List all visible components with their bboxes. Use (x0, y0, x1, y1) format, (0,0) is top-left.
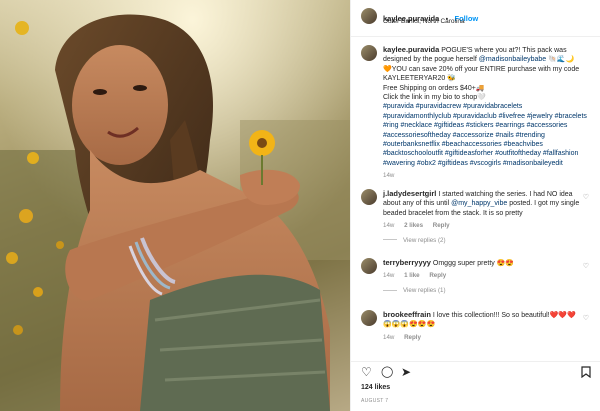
caption-text-4: Click the link in my bio to shop🤍 (383, 94, 486, 102)
author-avatar[interactable] (361, 8, 377, 24)
reply-button[interactable]: Reply (433, 222, 450, 229)
comment-text-2: 😱😱😱😍😍😍 (383, 321, 436, 329)
view-replies-button[interactable]: View replies (1) (383, 286, 591, 295)
caption-meta: 14w (383, 171, 591, 180)
heart-icon[interactable]: ♡ (361, 366, 372, 378)
comment-meta: 14w Reply (383, 333, 591, 342)
bookmark-icon[interactable] (581, 366, 591, 380)
comment-likes[interactable]: 2 likes (404, 222, 423, 229)
comment-icon[interactable]: ◯ (381, 366, 393, 378)
post-date: AUGUST 7 (361, 398, 389, 404)
comment-body: j.ladydesertgirl I started watching the … (383, 189, 591, 245)
comment-avatar[interactable] (361, 310, 377, 326)
caption-emoji-1: 🐚🌊🌙 (548, 56, 575, 64)
comment-time[interactable]: 14w (383, 272, 394, 279)
reply-button[interactable]: Reply (404, 334, 421, 341)
comment-username[interactable]: terryberryyyy (383, 258, 431, 267)
likes-count[interactable]: 124 likes (361, 384, 390, 391)
comment-text: Omggg super pretty 😍😍 (432, 260, 515, 267)
comment-time[interactable]: 14w (383, 334, 394, 341)
comment-meta: 14w 2 likes Reply (383, 221, 591, 230)
post-side-panel: kaylee.puravida • Follow Outer Banks, No… (350, 0, 600, 411)
caption-hashtags[interactable]: #puravida #puravidacrew #puravidabracele… (383, 103, 587, 166)
comments-scroll-area[interactable]: kaylee.puravida POGUE'S where you at?! T… (351, 38, 600, 358)
comment-body: brookeeffrain I love this collection!!! … (383, 310, 591, 342)
comment-avatar[interactable] (361, 189, 377, 205)
view-replies-button[interactable]: View replies (2) (383, 236, 591, 245)
comment-username[interactable]: j.ladydesertgirl (383, 189, 436, 198)
caption-body: kaylee.puravida POGUE'S where you at?! T… (383, 45, 591, 181)
comment-body: terryberryyyy Omggg super pretty 😍😍 14w … (383, 258, 591, 295)
comment-meta: 14w 1 like Reply (383, 271, 591, 280)
caption-text-2: 🧡YOU can save 20% off your ENTIRE purcha… (383, 65, 580, 83)
comment-avatar[interactable] (361, 258, 377, 274)
comment-like-heart-icon[interactable]: ♡ (583, 314, 589, 322)
comment-likes[interactable]: 1 like (404, 272, 419, 279)
caption-username[interactable]: kaylee.puravida (383, 45, 439, 54)
action-bar: ♡ ◯ ➤ (351, 361, 600, 380)
post-photo[interactable] (0, 0, 350, 411)
comment-like-heart-icon[interactable]: ♡ (583, 262, 589, 270)
instagram-post-modal: kaylee.puravida • Follow Outer Banks, No… (0, 0, 600, 411)
photo-illustration (0, 0, 350, 411)
reply-button[interactable]: Reply (429, 272, 446, 279)
post-location[interactable]: Outer Banks, North Carolina (383, 18, 465, 25)
comment-username[interactable]: brookeeffrain (383, 310, 431, 319)
share-icon[interactable]: ➤ (401, 366, 411, 378)
comment-text: I love this collection!!! So so beautifu… (432, 312, 576, 319)
comment-like-heart-icon[interactable]: ♡ (583, 193, 589, 201)
comment-time[interactable]: 14w (383, 222, 394, 229)
caption-avatar[interactable] (361, 45, 377, 61)
post-header: kaylee.puravida • Follow Outer Banks, No… (351, 0, 600, 37)
caption-text-3: Free Shipping on orders $40+🚚 (383, 84, 485, 92)
comment-mention[interactable]: @my_happy_vibe (451, 200, 507, 207)
caption-mention[interactable]: @madisonbaileybabe (479, 56, 546, 63)
caption-time[interactable]: 14w (383, 172, 394, 179)
